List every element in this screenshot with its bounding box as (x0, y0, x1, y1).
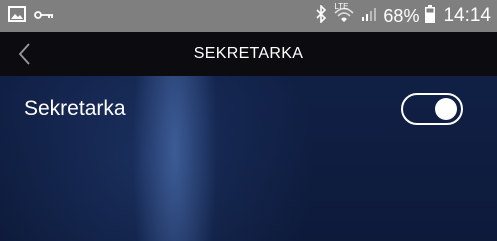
screen: LTE 68% 14:14 SEKRETARKA Sekretarka (0, 0, 497, 241)
setting-label: Sekretarka (24, 97, 126, 120)
signal-icon (361, 6, 377, 27)
chevron-left-icon (18, 43, 30, 65)
key-icon (34, 7, 54, 25)
back-button[interactable] (14, 40, 36, 68)
bluetooth-icon (315, 3, 327, 28)
battery-icon (425, 4, 436, 28)
setting-row-sekretarka: Sekretarka (0, 76, 497, 142)
clock: 14:14 (443, 5, 491, 26)
battery-percent: 68% (383, 5, 420, 26)
sekretarka-toggle[interactable] (401, 93, 463, 125)
image-icon (8, 5, 26, 27)
status-bar: LTE 68% 14:14 (0, 0, 497, 32)
lte-icon: LTE (333, 1, 355, 29)
top-app-bar: SEKRETARKA (0, 32, 497, 76)
lte-label: LTE (334, 1, 349, 11)
status-bar-right: LTE 68% 14:14 (309, 1, 491, 29)
status-bar-left (8, 5, 54, 27)
toggle-knob (435, 98, 457, 120)
page-title: SEKRETARKA (193, 45, 304, 62)
